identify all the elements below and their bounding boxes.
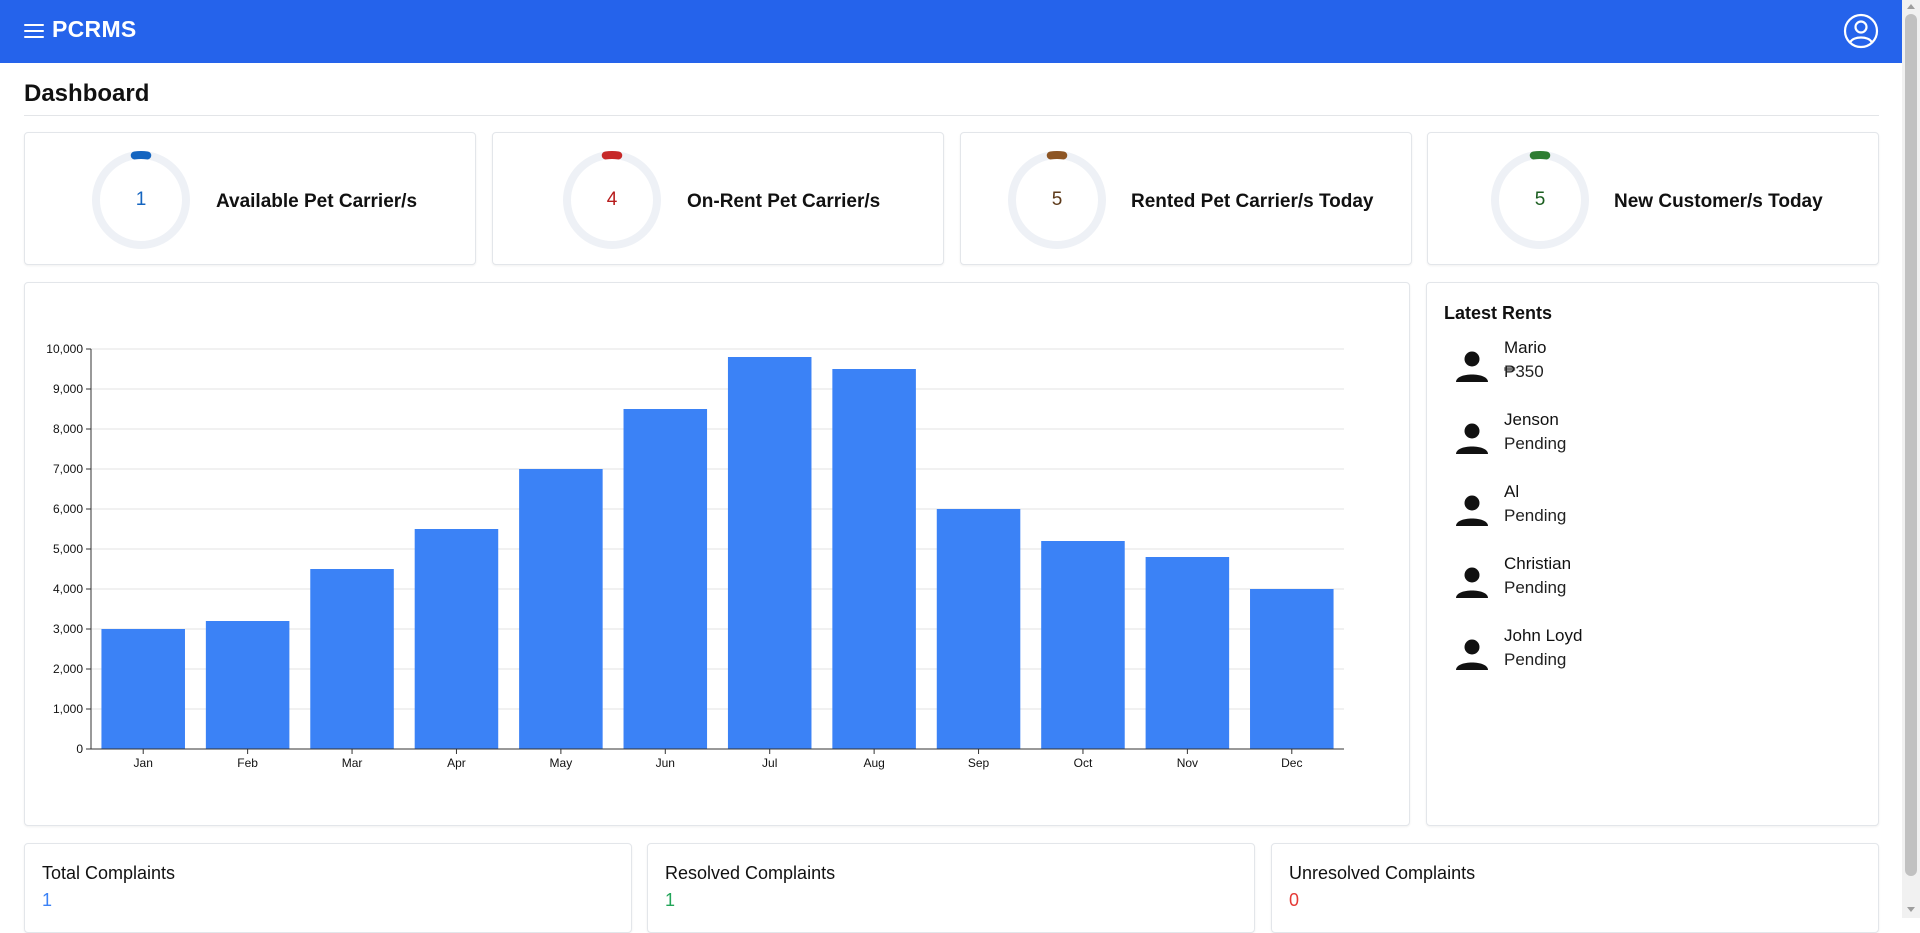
- x-tick-label: Feb: [237, 756, 258, 770]
- x-tick-label: Apr: [447, 756, 466, 770]
- complaints-count: 1: [42, 890, 53, 910]
- monthly-bar-chart: 0 1,000 2,000 3,000 4,000 5,000 6,000 7,000 8,00…: [46, 342, 1344, 770]
- title-divider: [24, 115, 1879, 116]
- rent-status: Pending: [1504, 578, 1567, 597]
- rent-customer-name: Al: [1504, 482, 1520, 501]
- y-tick-label: 7,000: [53, 462, 83, 476]
- hamburger-menu-icon[interactable]: [22, 20, 46, 42]
- stat-label: Available Pet Carrier/s: [216, 191, 418, 212]
- chart-bar: [936, 509, 1021, 749]
- rent-list-item[interactable]: Mario ₱350: [1444, 338, 1844, 394]
- resolved-complaints-card: Resolved Complaints 1: [647, 843, 1255, 933]
- y-tick-label: 8,000: [53, 422, 83, 436]
- stat-value: 5: [1534, 189, 1546, 210]
- stat-label: Rented Pet Carrier/s Today: [1131, 191, 1374, 212]
- x-tick-label: Jun: [656, 756, 675, 770]
- rent-customer-name: Jenson: [1504, 410, 1559, 429]
- x-tick-label: Mar: [342, 756, 363, 770]
- y-tick-label: 0: [76, 742, 83, 756]
- stat-card-available: 1 Available Pet Carrier/s: [24, 132, 476, 265]
- chart-bar: [205, 621, 290, 749]
- person-icon: [1456, 351, 1488, 382]
- rent-list-item[interactable]: John Loyd Pending: [1444, 626, 1844, 682]
- complaints-title: Total Complaints: [42, 863, 176, 883]
- y-tick-label: 1,000: [53, 702, 83, 716]
- y-tick-label: 6,000: [53, 502, 83, 516]
- app-brand[interactable]: PCRMS: [52, 16, 137, 43]
- stat-value: 1: [135, 189, 147, 210]
- rent-list-item[interactable]: Jenson Pending: [1444, 410, 1844, 466]
- complaints-count: 0: [1289, 890, 1300, 910]
- rent-list-item[interactable]: Christian Pending: [1444, 554, 1844, 610]
- person-icon: [1456, 567, 1488, 598]
- rent-customer-name: Mario: [1504, 338, 1547, 357]
- chart-bar: [623, 409, 708, 749]
- stat-label: On-Rent Pet Carrier/s: [687, 191, 881, 212]
- x-tick-label: Aug: [863, 756, 884, 770]
- x-tick-label: Jul: [762, 756, 777, 770]
- chart-bar: [1145, 557, 1230, 749]
- person-icon: [1456, 639, 1488, 670]
- scroll-up-arrow-icon[interactable]: [1907, 4, 1915, 9]
- y-tick-label: 3,000: [53, 622, 83, 636]
- rent-customer-name: Christian: [1504, 554, 1572, 573]
- chart-bar: [1041, 541, 1125, 749]
- stat-value: 4: [606, 189, 618, 210]
- chart-bar: [1250, 589, 1334, 749]
- rent-status: Pending: [1504, 650, 1567, 669]
- latest-rents-title: Latest Rents: [1444, 303, 1553, 323]
- rent-status: Pending: [1504, 434, 1567, 453]
- rent-status: ₱350: [1504, 362, 1544, 381]
- chart-bar: [832, 369, 916, 749]
- stat-card-rented-today: 5 Rented Pet Carrier/s Today: [960, 132, 1412, 265]
- person-icon: [1456, 495, 1488, 526]
- chart-bar: [727, 357, 812, 749]
- stat-label: New Customer/s Today: [1614, 191, 1823, 212]
- complaints-title: Unresolved Complaints: [1289, 863, 1476, 883]
- scroll-down-arrow-icon[interactable]: [1907, 907, 1915, 912]
- y-tick-label: 5,000: [53, 542, 83, 556]
- rent-customer-name: John Loyd: [1504, 626, 1583, 645]
- chart-bar: [414, 529, 499, 749]
- monthly-bar-chart-card: 0 1,000 2,000 3,000 4,000 5,000 6,000 7,000 8,00…: [24, 282, 1410, 826]
- stat-card-on-rent: 4 On-Rent Pet Carrier/s: [492, 132, 944, 265]
- scrollbar-thumb[interactable]: [1905, 14, 1917, 876]
- unresolved-complaints-card: Unresolved Complaints 0: [1271, 843, 1879, 933]
- user-account-icon[interactable]: [1843, 13, 1879, 49]
- x-tick-label: May: [550, 756, 573, 770]
- y-tick-label: 2,000: [53, 662, 83, 676]
- stat-value: 5: [1051, 189, 1063, 210]
- x-tick-label: Jan: [134, 756, 153, 770]
- page-title: Dashboard: [24, 80, 150, 107]
- chart-bar: [101, 629, 185, 749]
- y-tick-label: 10,000: [46, 342, 83, 356]
- latest-rents-card: Latest Rents Mario ₱350 Jenson Pending A…: [1426, 282, 1879, 826]
- x-tick-label: Oct: [1074, 756, 1093, 770]
- rent-status: Pending: [1504, 506, 1567, 525]
- chart-bar: [519, 469, 603, 749]
- rent-list-item[interactable]: Al Pending: [1444, 482, 1844, 538]
- complaints-title: Resolved Complaints: [665, 863, 836, 883]
- top-navbar: PCRMS: [0, 0, 1902, 63]
- x-tick-label: Sep: [968, 756, 990, 770]
- y-tick-label: 4,000: [53, 582, 83, 596]
- complaints-count: 1: [665, 890, 676, 910]
- x-tick-label: Nov: [1177, 756, 1198, 770]
- total-complaints-card: Total Complaints 1: [24, 843, 632, 933]
- stat-card-new-customers: 5 New Customer/s Today: [1427, 132, 1879, 265]
- chart-bar: [310, 569, 394, 749]
- y-tick-label: 9,000: [53, 382, 83, 396]
- person-icon: [1456, 423, 1488, 454]
- x-tick-label: Dec: [1281, 756, 1302, 770]
- page-scrollbar[interactable]: [1902, 0, 1920, 918]
